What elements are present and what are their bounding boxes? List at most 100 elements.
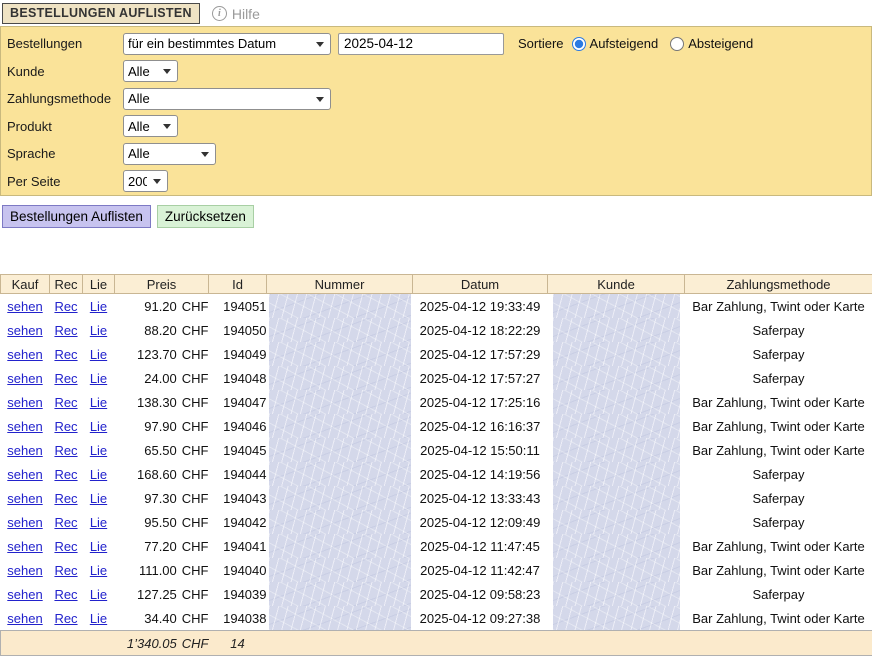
reset-button[interactable]: Zurücksetzen bbox=[157, 205, 254, 228]
ascending-radio[interactable] bbox=[572, 37, 586, 51]
currency-label: CHF bbox=[182, 491, 209, 506]
redacted-customer bbox=[553, 606, 680, 630]
order-date: 2025-04-12 13:33:43 bbox=[420, 491, 541, 506]
rec-link[interactable]: Rec bbox=[54, 419, 77, 434]
per-seite-select[interactable]: 200 bbox=[123, 170, 168, 192]
payment-method: Bar Zahlung, Twint oder Karte bbox=[692, 443, 864, 458]
lie-link[interactable]: Lie bbox=[90, 539, 107, 554]
lie-link[interactable]: Lie bbox=[90, 467, 107, 482]
redacted-customer bbox=[553, 582, 680, 606]
currency-label: CHF bbox=[182, 611, 209, 626]
rec-link[interactable]: Rec bbox=[54, 299, 77, 314]
rec-link[interactable]: Rec bbox=[54, 563, 77, 578]
currency-label: CHF bbox=[182, 347, 209, 362]
sprache-select[interactable]: Alle bbox=[123, 143, 216, 165]
lie-link[interactable]: Lie bbox=[90, 443, 107, 458]
rec-link[interactable]: Rec bbox=[54, 395, 77, 410]
kunde-select[interactable]: Alle bbox=[123, 60, 178, 82]
orders-table: Kauf Rec Lie Preis Id Nummer Datum Kunde… bbox=[0, 274, 872, 656]
order-id: 194046 bbox=[223, 419, 266, 434]
redacted-number bbox=[269, 486, 411, 510]
kunde-label: Kunde bbox=[7, 64, 123, 79]
order-row: sehenRecLie88.20CHF1940502025-04-12 18:2… bbox=[1, 318, 872, 342]
lie-link[interactable]: Lie bbox=[90, 587, 107, 602]
lie-link[interactable]: Lie bbox=[90, 371, 107, 386]
lie-link[interactable]: Lie bbox=[90, 563, 107, 578]
order-row: sehenRecLie77.20CHF1940412025-04-12 11:4… bbox=[1, 534, 872, 558]
redacted-customer bbox=[553, 510, 680, 534]
order-date: 2025-04-12 11:47:45 bbox=[420, 539, 540, 554]
redacted-customer bbox=[553, 342, 680, 366]
bestellungen-label: Bestellungen bbox=[7, 36, 123, 51]
rec-link[interactable]: Rec bbox=[54, 515, 77, 530]
price-value: 91.20 bbox=[144, 299, 177, 314]
zahlungsmethode-select[interactable]: Alle bbox=[123, 88, 331, 110]
sehen-link[interactable]: sehen bbox=[7, 395, 42, 410]
page-title: BESTELLUNGEN AUFLISTEN bbox=[2, 3, 200, 24]
order-date: 2025-04-12 09:27:38 bbox=[420, 611, 541, 626]
date-input[interactable] bbox=[338, 33, 504, 55]
sehen-link[interactable]: sehen bbox=[7, 563, 42, 578]
sehen-link[interactable]: sehen bbox=[7, 443, 42, 458]
rec-link[interactable]: Rec bbox=[54, 491, 77, 506]
list-orders-button[interactable]: Bestellungen Auflisten bbox=[2, 205, 151, 228]
redacted-number bbox=[269, 606, 411, 630]
sehen-link[interactable]: sehen bbox=[7, 323, 42, 338]
sort-option-descending[interactable]: Absteigend bbox=[670, 36, 753, 51]
redacted-customer bbox=[553, 366, 680, 390]
sehen-link[interactable]: sehen bbox=[7, 515, 42, 530]
sehen-link[interactable]: sehen bbox=[7, 611, 42, 626]
per-seite-label: Per Seite bbox=[7, 174, 123, 189]
sehen-link[interactable]: sehen bbox=[7, 347, 42, 362]
payment-method: Bar Zahlung, Twint oder Karte bbox=[692, 563, 864, 578]
action-buttons: Bestellungen Auflisten Zurücksetzen bbox=[2, 205, 872, 228]
sehen-link[interactable]: sehen bbox=[7, 299, 42, 314]
payment-method: Saferpay bbox=[752, 491, 804, 506]
produkt-select[interactable]: Alle bbox=[123, 115, 178, 137]
bestellungen-select[interactable]: für ein bestimmtes Datum bbox=[123, 33, 331, 55]
rec-link[interactable]: Rec bbox=[54, 323, 77, 338]
lie-link[interactable]: Lie bbox=[90, 395, 107, 410]
sehen-link[interactable]: sehen bbox=[7, 587, 42, 602]
filter-row-per-seite: Per Seite 200 bbox=[1, 168, 871, 196]
help-label: Hilfe bbox=[232, 6, 260, 22]
sehen-link[interactable]: sehen bbox=[7, 419, 42, 434]
sprache-label: Sprache bbox=[7, 146, 123, 161]
col-header-kunde: Kunde bbox=[548, 275, 685, 294]
lie-link[interactable]: Lie bbox=[90, 299, 107, 314]
currency-label: CHF bbox=[182, 371, 209, 386]
currency-label: CHF bbox=[182, 515, 209, 530]
rec-link[interactable]: Rec bbox=[54, 347, 77, 362]
rec-link[interactable]: Rec bbox=[54, 443, 77, 458]
price-value: 95.50 bbox=[144, 515, 177, 530]
order-row: sehenRecLie123.70CHF1940492025-04-12 17:… bbox=[1, 342, 872, 366]
lie-link[interactable]: Lie bbox=[90, 347, 107, 362]
rec-link[interactable]: Rec bbox=[54, 371, 77, 386]
sehen-link[interactable]: sehen bbox=[7, 539, 42, 554]
lie-link[interactable]: Lie bbox=[90, 611, 107, 626]
redacted-customer bbox=[553, 486, 680, 510]
sort-group: Sortiere Aufsteigend Absteigend bbox=[518, 36, 761, 51]
lie-link[interactable]: Lie bbox=[90, 419, 107, 434]
sehen-link[interactable]: sehen bbox=[7, 371, 42, 386]
help-link[interactable]: i Hilfe bbox=[212, 6, 260, 22]
rec-link[interactable]: Rec bbox=[54, 587, 77, 602]
sehen-link[interactable]: sehen bbox=[7, 491, 42, 506]
rec-link[interactable]: Rec bbox=[54, 611, 77, 626]
lie-link[interactable]: Lie bbox=[90, 515, 107, 530]
order-id: 194049 bbox=[223, 347, 266, 362]
lie-link[interactable]: Lie bbox=[90, 491, 107, 506]
rec-link[interactable]: Rec bbox=[54, 467, 77, 482]
sehen-link[interactable]: sehen bbox=[7, 467, 42, 482]
rec-link[interactable]: Rec bbox=[54, 539, 77, 554]
redacted-customer bbox=[553, 414, 680, 438]
sprache-select-wrap: Alle bbox=[123, 143, 216, 165]
descending-radio[interactable] bbox=[670, 37, 684, 51]
payment-method: Saferpay bbox=[752, 467, 804, 482]
order-id: 194043 bbox=[223, 491, 266, 506]
order-id: 194048 bbox=[223, 371, 266, 386]
currency-label: CHF bbox=[182, 587, 209, 602]
price-value: 97.90 bbox=[144, 419, 177, 434]
lie-link[interactable]: Lie bbox=[90, 323, 107, 338]
sort-option-ascending[interactable]: Aufsteigend bbox=[572, 36, 659, 51]
